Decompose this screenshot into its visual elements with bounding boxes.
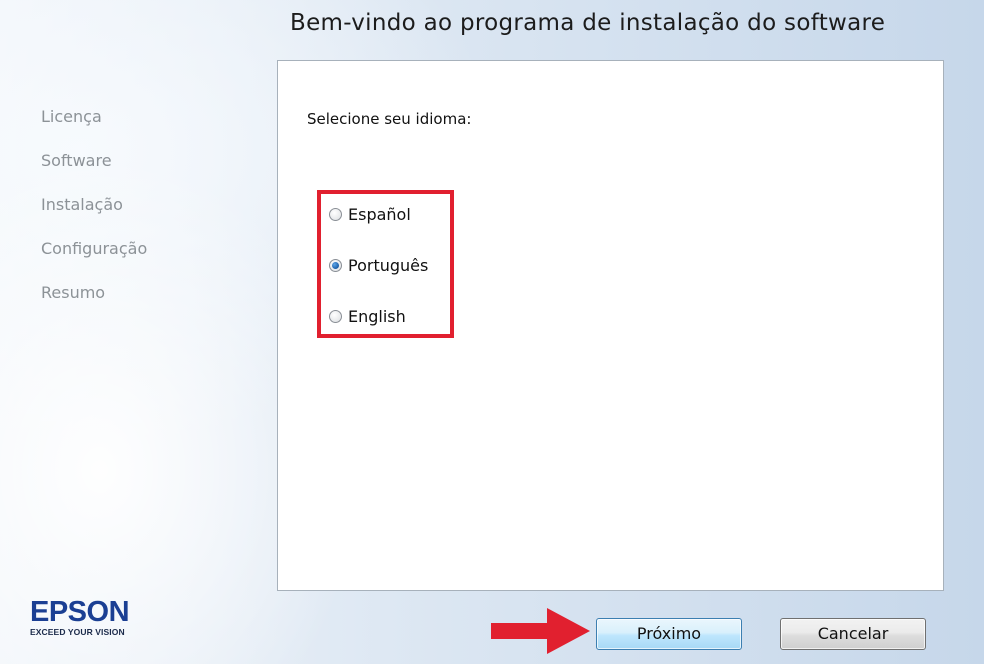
radio-label-portugues[interactable]: Português bbox=[348, 256, 428, 275]
radio-label-english[interactable]: English bbox=[348, 307, 406, 326]
step-item-installation: Instalação bbox=[41, 195, 123, 214]
step-list: Licença Software Instalação Configuração… bbox=[41, 104, 147, 324]
step-item-configuration: Configuração bbox=[41, 239, 148, 258]
red-arrow-right-icon bbox=[491, 608, 591, 658]
radio-button-portugues[interactable] bbox=[329, 258, 342, 272]
radio-option-portugues[interactable]: Português bbox=[329, 253, 428, 277]
next-button[interactable]: Próximo bbox=[596, 618, 742, 650]
content-panel: Selecione seu idioma: Español Português … bbox=[277, 60, 944, 591]
radio-button-espanol[interactable] bbox=[329, 207, 342, 221]
logo-tagline: EXCEED YOUR VISION bbox=[30, 627, 125, 637]
radio-option-espanol[interactable]: Español bbox=[329, 202, 411, 226]
language-prompt: Selecione seu idioma: bbox=[307, 110, 472, 128]
radio-button-english[interactable] bbox=[329, 309, 342, 323]
logo-brand: EPSON bbox=[30, 596, 130, 628]
radio-option-english[interactable]: English bbox=[329, 304, 406, 328]
step-item-software: Software bbox=[41, 151, 112, 170]
window-title: Bem-vindo ao programa de instalação do s… bbox=[290, 10, 886, 36]
step-item-license: Licença bbox=[41, 107, 102, 126]
radio-label-espanol[interactable]: Español bbox=[348, 205, 411, 224]
language-highlight-box: Español Português English bbox=[317, 190, 454, 338]
step-item-summary: Resumo bbox=[41, 283, 106, 302]
epson-logo: EPSON EXCEED YOUR VISION bbox=[30, 596, 130, 638]
cancel-button[interactable]: Cancelar bbox=[780, 618, 926, 650]
